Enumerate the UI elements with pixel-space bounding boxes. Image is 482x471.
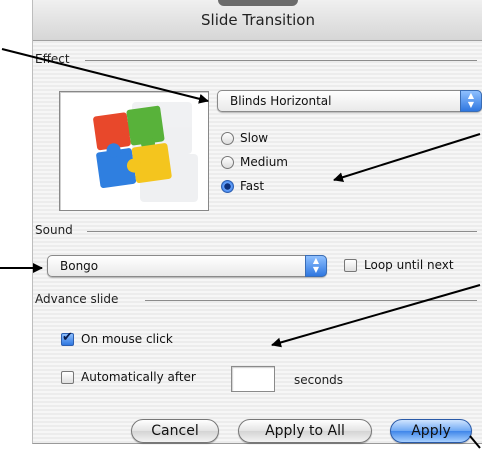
annotation-arrow <box>469 435 481 449</box>
annotation-arrow <box>271 284 481 348</box>
annotation-arrow <box>333 133 481 183</box>
annotation-arrow <box>1 48 209 104</box>
annotation-arrows <box>0 48 481 449</box>
